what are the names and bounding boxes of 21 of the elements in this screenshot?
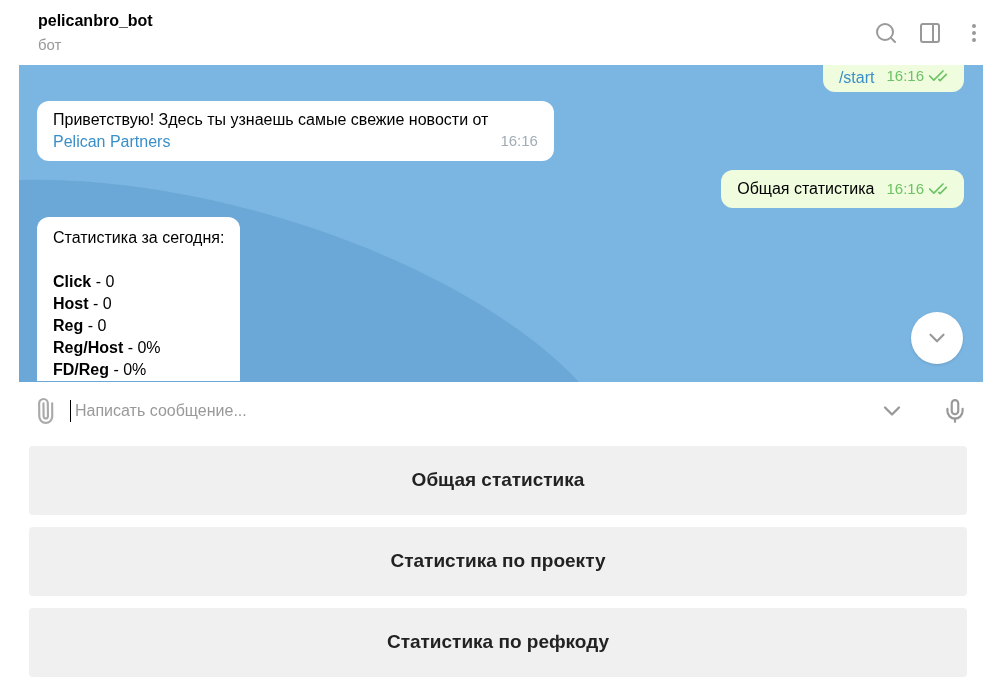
message-input[interactable]: Написать сообщение... bbox=[70, 400, 866, 422]
stats-line: Reg/Host - 0% bbox=[53, 338, 162, 358]
stats-line: Reg - 0 bbox=[53, 316, 108, 336]
chat-subtitle: бот bbox=[38, 34, 63, 55]
stats-line: Click - 0 bbox=[53, 272, 116, 292]
message-text: Общая статистика bbox=[737, 179, 875, 199]
keyboard-button[interactable]: Статистика по проекту bbox=[29, 527, 967, 596]
message-time: 16:16 bbox=[886, 178, 924, 199]
scroll-down-button[interactable] bbox=[911, 312, 963, 364]
search-icon[interactable] bbox=[874, 20, 898, 45]
chat-title: pelicanbro_bot bbox=[38, 10, 154, 31]
side-panel-icon[interactable] bbox=[918, 20, 942, 45]
message-time: 16:16 bbox=[886, 66, 924, 86]
message-link[interactable]: Pelican Partners bbox=[53, 132, 171, 150]
stats-heading: Статистика за сегодня: bbox=[53, 228, 225, 248]
stats-line: Host - 0 bbox=[53, 294, 113, 314]
keyboard-button[interactable]: Общая статистика bbox=[29, 446, 967, 515]
stats-line: FD/Reg - 0% bbox=[53, 360, 148, 380]
keyboard-button[interactable]: Статистика по рефкоду bbox=[29, 608, 967, 677]
message-text: Приветствую! Здесь ты узнаешь самые свежие новости от Pelican Partners bbox=[53, 109, 489, 152]
message-time: 16:16 bbox=[500, 131, 538, 151]
